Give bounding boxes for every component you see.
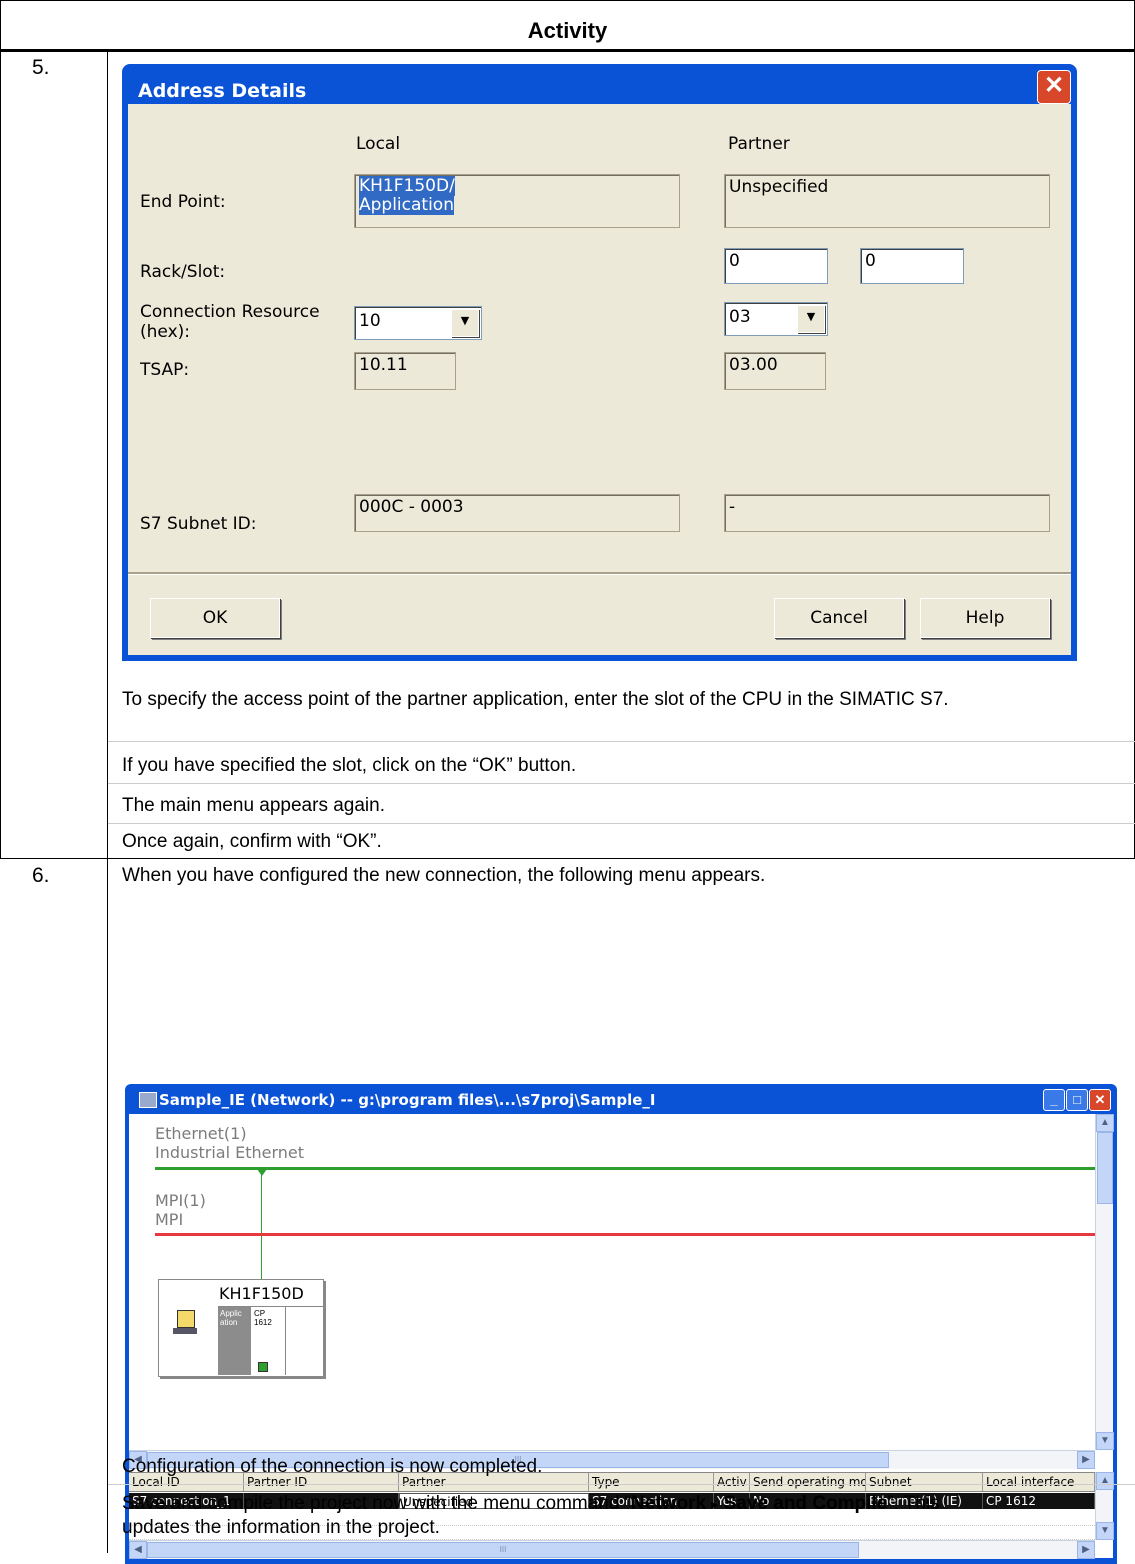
table-top-border (0, 0, 1135, 1)
end-point-local-field[interactable]: KH1F150D/ Application (354, 174, 680, 228)
subnet-label: S7 Subnet ID: (140, 514, 257, 534)
end-point-label: End Point: (140, 192, 226, 212)
help-button[interactable]: Help (920, 598, 1050, 638)
menu-save-compile: Save and Compile (723, 1493, 888, 1514)
scroll-thumb[interactable]: III (147, 1542, 859, 1558)
step-number: 6. (32, 864, 50, 887)
column-partner-label: Partner (728, 134, 790, 154)
conn-resource-local-value: 10 (359, 311, 381, 331)
pc-station-icon (173, 1310, 197, 1336)
table-hscrollbar[interactable]: ◀ III ▶ (129, 1540, 1095, 1559)
chevron-down-icon[interactable]: ▼ (451, 309, 479, 337)
pc-station-icon-box (177, 1310, 195, 1328)
station-name: KH1F150D (219, 1284, 304, 1303)
scroll-down-icon[interactable]: ▼ (1096, 1522, 1114, 1540)
station-kh1f150d[interactable]: KH1F150D Applic ation CP 1612 (158, 1279, 324, 1377)
step5-divider (108, 783, 1135, 784)
tsap-label: TSAP: (140, 360, 190, 380)
conn-resource-partner-value: 03 (729, 307, 751, 327)
end-point-local-line2: Application (359, 195, 454, 215)
step6-outro-1: Configuration of the connection is now c… (122, 1456, 543, 1477)
address-details-dialog: Address Details ✕ Local Partner End Poin… (122, 64, 1077, 661)
slot-cp-label-2: 1612 (254, 1318, 272, 1327)
ethernet-drop-line (261, 1170, 262, 1280)
table-left-border (0, 0, 1, 858)
close-icon[interactable]: ✕ (1037, 70, 1071, 104)
end-point-partner-value: Unspecified (729, 177, 829, 197)
close-icon[interactable]: ✕ (1089, 1089, 1111, 1111)
table-vscrollbar[interactable]: ▲ ▼ (1095, 1472, 1114, 1540)
port-indicator (258, 1362, 268, 1372)
column-local-label: Local (356, 134, 401, 154)
mpi-name: MPI(1) (155, 1191, 206, 1210)
network-window-title: Sample_IE (Network) -- g:\program files\… (159, 1091, 656, 1109)
subnet-local-field[interactable]: 000C - 0003 (354, 494, 680, 532)
slot-application-label-1: Applic (220, 1309, 242, 1318)
menu-network: Network (631, 1493, 707, 1514)
scroll-down-icon[interactable]: ▼ (1096, 1432, 1114, 1450)
slot-cp-label-1: CP (254, 1309, 266, 1318)
step5-paragraph-2: If you have specified the slot, click on… (122, 755, 577, 776)
network-vscrollbar[interactable]: ▲ ▼ (1095, 1114, 1114, 1450)
network-app-icon (139, 1092, 157, 1108)
step-number: 5. (32, 56, 50, 79)
ethernet-name: Ethernet(1) (155, 1124, 247, 1143)
pc-station-icon-base (173, 1328, 197, 1334)
tsap-local-field[interactable]: 10.11 (354, 352, 456, 390)
chevron-down-icon[interactable]: ▼ (797, 305, 825, 333)
slot-application-label-2: ation (220, 1318, 238, 1327)
mpi-bus-line (155, 1233, 1095, 1236)
subnet-partner-field[interactable]: - (724, 494, 1050, 532)
step5-paragraph-1: To specify the access point of the partn… (122, 689, 949, 710)
rack-input[interactable]: 0 (724, 248, 828, 284)
scroll-thumb[interactable] (1097, 1132, 1113, 1204)
ok-button[interactable]: OK (150, 598, 280, 638)
step6-outro-2: Save and compile the project now with th… (122, 1492, 1002, 1540)
scroll-left-icon[interactable]: ◀ (129, 1541, 147, 1559)
ethernet-bus-line (155, 1167, 1095, 1170)
dialog-separator (128, 572, 1071, 575)
minimize-icon[interactable]: _ (1043, 1089, 1065, 1111)
ethernet-drop-marker (257, 1169, 267, 1176)
dialog-body: Local Partner End Point: KH1F150D/ Appli… (128, 104, 1071, 655)
step6-intro: When you have configured the new connect… (122, 865, 766, 886)
ethernet-type: Industrial Ethernet (155, 1143, 305, 1162)
step6-divider (108, 1484, 1135, 1485)
end-point-partner-field[interactable]: Unspecified (724, 174, 1050, 228)
dialog-title: Address Details (138, 80, 307, 102)
outro2-prefix: Save and compile the project now with th… (122, 1493, 632, 1514)
conn-resource-local-select[interactable]: 10 ▼ (354, 306, 482, 340)
table-header-border (0, 49, 1135, 52)
slot-input[interactable]: 0 (860, 248, 964, 284)
rack-slot-label: Rack/Slot: (140, 262, 226, 282)
table-row-border (0, 858, 1135, 859)
scroll-right-icon[interactable]: ▶ (1077, 1541, 1095, 1559)
conn-resource-label-line2: (hex): (140, 322, 190, 342)
cancel-button[interactable]: Cancel (774, 598, 904, 638)
slot-application[interactable]: Applic ation (218, 1307, 251, 1375)
slot-cp1612[interactable]: CP 1612 (251, 1307, 286, 1375)
scroll-up-icon[interactable]: ▲ (1096, 1114, 1114, 1132)
conn-resource-partner-select[interactable]: 03 ▼ (724, 302, 828, 336)
step5-divider (108, 823, 1135, 824)
end-point-local-line1: KH1F150D/ (359, 176, 455, 196)
mpi-type: MPI (155, 1210, 184, 1229)
conn-resource-label-line1: Connection Resource (140, 302, 320, 322)
menu-arrow-icon: ▸ (711, 1496, 719, 1512)
step5-divider (108, 741, 1135, 742)
step5-paragraph-4: Once again, confirm with “OK”. (122, 831, 382, 852)
step5-paragraph-3: The main menu appears again. (122, 795, 385, 816)
table-num-divider (107, 52, 108, 1553)
table-header-activity: Activity (527, 18, 608, 43)
maximize-icon[interactable]: □ (1066, 1089, 1088, 1111)
tsap-partner-field[interactable]: 03.00 (724, 352, 826, 390)
